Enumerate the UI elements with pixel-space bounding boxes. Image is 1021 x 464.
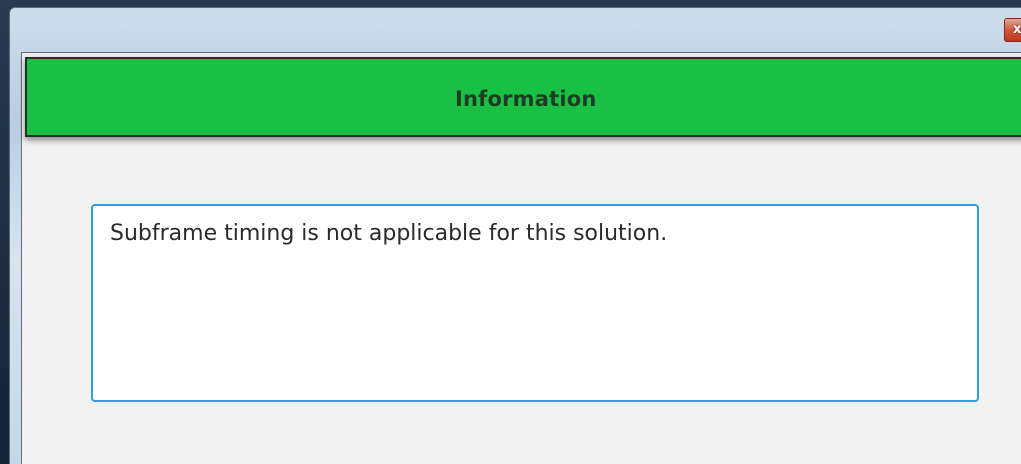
message-text: Subframe timing is not applicable for th… — [110, 221, 668, 246]
close-button[interactable]: x — [1004, 18, 1021, 42]
dialog-window: x Information Subframe timing is not app… — [9, 7, 1021, 464]
desktop-background: x Information Subframe timing is not app… — [0, 0, 1021, 464]
close-icon[interactable]: x — [1013, 21, 1021, 39]
information-header: Information — [25, 57, 1021, 137]
dialog-content: Information Subframe timing is not appli… — [21, 52, 1021, 464]
dialog-title: Information — [455, 87, 597, 111]
message-textbox[interactable]: Subframe timing is not applicable for th… — [91, 204, 979, 402]
